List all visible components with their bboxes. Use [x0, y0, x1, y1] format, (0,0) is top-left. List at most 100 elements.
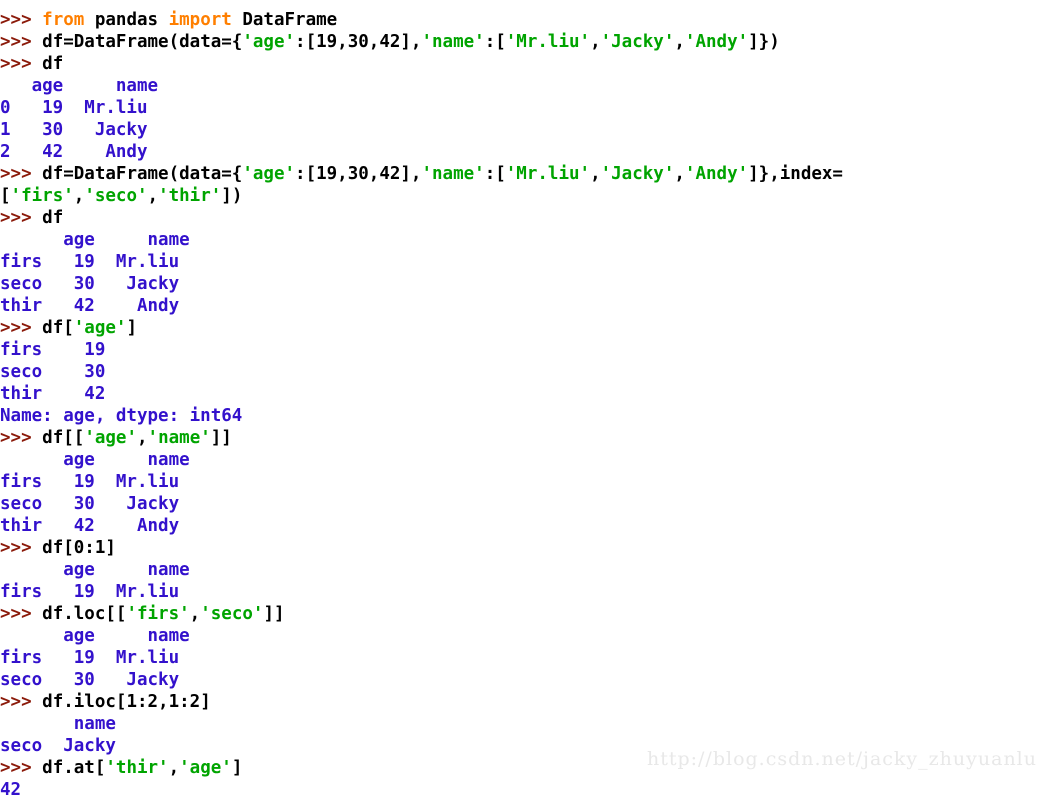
output-text: firs 19 Mr.liu	[0, 252, 180, 272]
output-text: age name	[0, 76, 159, 96]
console-output-line: 42	[0, 779, 1049, 801]
code-token: ]]	[210, 428, 232, 448]
code-token: df[	[42, 318, 74, 338]
output-text: 2 42 Andy	[0, 142, 148, 162]
code-token: ,	[189, 604, 201, 624]
prompt-symbol: >>>	[0, 692, 43, 712]
code-token: df	[42, 208, 64, 228]
keyword-token: import	[168, 10, 232, 30]
prompt-symbol: >>>	[0, 164, 43, 184]
console-output-line: firs 19 Mr.liu	[0, 647, 1049, 669]
console-input-line[interactable]	[0, 0, 1049, 9]
console-input-line[interactable]: >>> df.loc[['firs','seco']]	[0, 603, 1049, 625]
code-token: :[	[484, 164, 506, 184]
output-text: seco Jacky	[0, 736, 116, 756]
code-token: df[0:1]	[42, 538, 116, 558]
code-token: ]]	[263, 604, 285, 624]
prompt-symbol: >>>	[0, 604, 43, 624]
prompt-symbol: >>>	[0, 428, 43, 448]
output-text: 1 30 Jacky	[0, 120, 148, 140]
console-output-line: 2 42 Andy	[0, 141, 1049, 163]
console-input-line[interactable]: >>> df=DataFrame(data={'age':[19,30,42],…	[0, 31, 1049, 53]
console-input-line[interactable]: >>> df[0:1]	[0, 537, 1049, 559]
output-text: firs 19 Mr.liu	[0, 472, 180, 492]
console-output-line: thir 42 Andy	[0, 295, 1049, 317]
string-literal: 'thir'	[105, 758, 169, 778]
console-output-line: age name	[0, 229, 1049, 251]
string-literal: 'age'	[84, 428, 137, 448]
output-text: age name	[0, 626, 190, 646]
output-text: firs 19	[0, 340, 106, 360]
output-text: seco 30 Jacky	[0, 670, 180, 690]
console-input-line[interactable]: >>> df	[0, 207, 1049, 229]
code-token: df	[42, 54, 64, 74]
prompt-symbol: >>>	[0, 538, 43, 558]
console-output-line: seco 30 Jacky	[0, 273, 1049, 295]
code-token: ,	[137, 428, 148, 448]
watermark-url: http://blog.csdn.net/jacky_zhuyuanlu	[646, 748, 1037, 770]
code-token: df.loc[[	[42, 604, 127, 624]
console-output-line: age name	[0, 449, 1049, 471]
code-token: df.at[	[42, 758, 106, 778]
output-text: Name: age, dtype: int64	[0, 406, 243, 426]
output-text: 0 19 Mr.liu	[0, 98, 148, 118]
output-text: 42	[0, 780, 22, 800]
console-input-line[interactable]: >>> from pandas import DataFrame	[0, 9, 1049, 31]
output-text: thir 42	[0, 384, 106, 404]
string-literal: 'name'	[421, 164, 485, 184]
string-literal: 'Andy'	[684, 32, 749, 52]
code-token: [	[0, 186, 11, 206]
code-token: ,	[168, 758, 180, 778]
string-literal: 'firs'	[126, 604, 190, 624]
code-token: ,	[590, 32, 601, 52]
code-token: ,	[674, 164, 685, 184]
output-text: name	[0, 714, 116, 734]
prompt-symbol: >>>	[0, 32, 43, 52]
console-output-line: seco 30 Jacky	[0, 669, 1049, 691]
console-input-line[interactable]: >>> df['age']	[0, 317, 1049, 339]
string-literal: 'Jacky'	[600, 164, 675, 184]
output-text: thir 42 Andy	[0, 296, 180, 316]
code-token: :[19,30,42],	[295, 164, 422, 184]
console-output-line: Name: age, dtype: int64	[0, 405, 1049, 427]
console-input-line[interactable]: >>> df.iloc[1:2,1:2]	[0, 691, 1049, 713]
string-literal: 'firs'	[10, 186, 74, 206]
prompt-symbol: >>>	[0, 10, 43, 30]
code-token: ]	[126, 318, 137, 338]
output-text: seco 30	[0, 362, 106, 382]
keyword-token: from	[42, 10, 85, 30]
code-token: :[19,30,42],	[295, 32, 422, 52]
console-output-line: age name	[0, 625, 1049, 647]
code-token: df=DataFrame(data={	[42, 164, 243, 184]
string-literal: 'age'	[73, 318, 127, 338]
string-literal: 'name'	[147, 428, 211, 448]
code-token: ]	[231, 758, 243, 778]
console-input-line[interactable]: >>> df	[0, 53, 1049, 75]
string-literal: 'age'	[179, 758, 232, 778]
string-literal: 'Mr.liu'	[505, 164, 591, 184]
string-literal: 'Jacky'	[600, 32, 675, 52]
console-output-line: age name	[0, 559, 1049, 581]
console-input-line[interactable]: >>> df[['age','name']]	[0, 427, 1049, 449]
string-literal: 'age'	[242, 164, 296, 184]
console-output-line: name	[0, 713, 1049, 735]
code-token: df=DataFrame(data={	[42, 32, 243, 52]
prompt-symbol: >>>	[0, 208, 43, 228]
code-token: DataFrame	[231, 10, 338, 30]
python-console-output: >>> from pandas import DataFrame >>> df=D…	[0, 0, 1049, 801]
console-output-line: age name	[0, 75, 1049, 97]
code-token: ,	[147, 186, 159, 206]
string-literal: 'name'	[421, 32, 485, 52]
string-literal: 'seco'	[200, 604, 264, 624]
code-token: ])	[221, 186, 243, 206]
console-output-line: seco 30 Jacky	[0, 493, 1049, 515]
prompt-symbol: >>>	[0, 54, 43, 74]
code-token: ,	[674, 32, 685, 52]
console-input-line[interactable]: ['firs','seco','thir'])	[0, 185, 1049, 207]
code-token: df[[	[42, 428, 85, 448]
string-literal: 'age'	[242, 32, 296, 52]
console-output-line: thir 42 Andy	[0, 515, 1049, 537]
console-input-line[interactable]: >>> df=DataFrame(data={'age':[19,30,42],…	[0, 163, 1049, 185]
console-output-line: firs 19 Mr.liu	[0, 251, 1049, 273]
output-text: age name	[0, 230, 190, 250]
